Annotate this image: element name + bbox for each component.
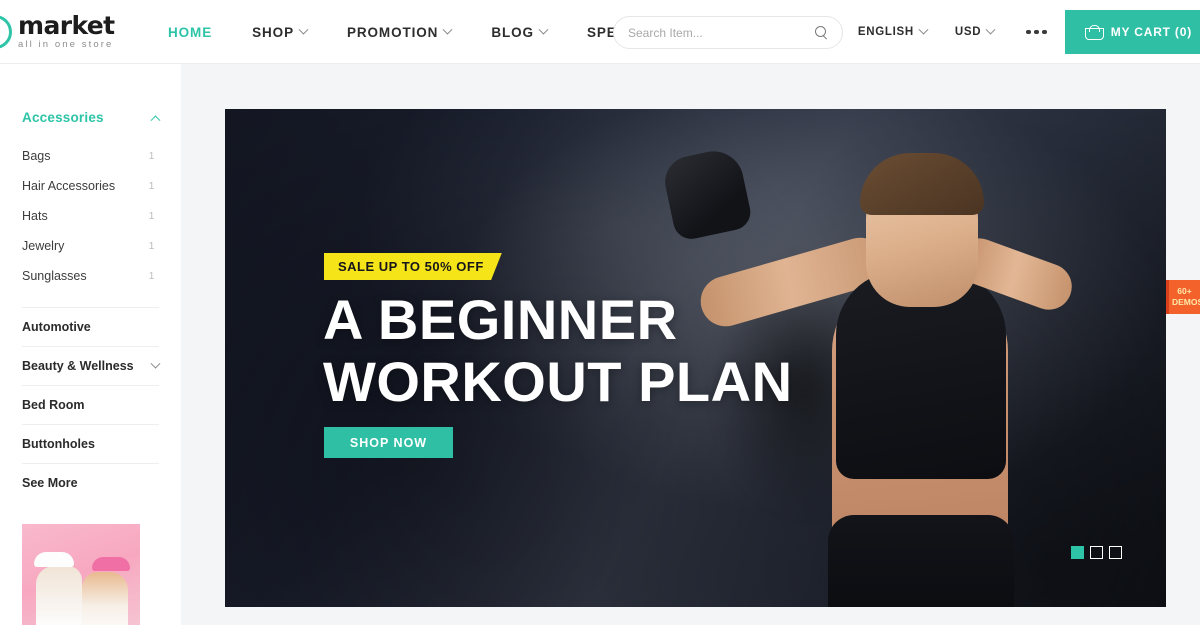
promo-hat-white xyxy=(34,552,74,567)
demos-line-1: 60+ xyxy=(1177,286,1192,296)
item-count: 1 xyxy=(148,240,155,252)
demos-line-2: DEMOS xyxy=(1172,297,1200,307)
list-item-label: Hair Accessories xyxy=(22,179,116,193)
item-count: 1 xyxy=(148,150,155,162)
list-item-label: Automotive xyxy=(22,320,91,334)
sidebar-item-see-more[interactable]: See More xyxy=(22,463,159,502)
nav-label-home: HOME xyxy=(168,24,213,40)
search-input[interactable] xyxy=(628,25,815,40)
list-item-label: Beauty & Wellness xyxy=(22,359,134,373)
list-item-label: Bags xyxy=(22,149,51,163)
list-item-label: Jewelry xyxy=(22,239,65,253)
site-header: market all in one store HOME SHOP PROMOT… xyxy=(0,0,1200,64)
list-item-label: Hats xyxy=(22,209,48,223)
carousel-indicators xyxy=(1071,546,1122,559)
item-count: 1 xyxy=(148,210,155,222)
hero-carousel[interactable]: SALE UP TO 50% OFF A BEGINNER WORKOUT PL… xyxy=(225,109,1166,607)
nav-item-blog[interactable]: BLOG xyxy=(471,0,567,64)
chevron-down-icon xyxy=(298,24,309,35)
sidebar-item-bags[interactable]: Bags 1 xyxy=(22,141,159,171)
currency-label: USD xyxy=(954,26,982,38)
promo-figure-right xyxy=(82,572,128,625)
list-item-label: Buttonholes xyxy=(22,437,95,451)
language-label: ENGLISH xyxy=(857,26,914,38)
list-item-label: Bed Room xyxy=(22,398,85,412)
logo[interactable]: market all in one store xyxy=(0,8,115,56)
sidebar-item-beauty-wellness[interactable]: Beauty & Wellness xyxy=(22,346,161,385)
logo-text: market all in one store xyxy=(18,13,115,51)
ellipsis-icon[interactable] xyxy=(1008,29,1065,35)
nav-label-blog: BLOG xyxy=(491,24,534,40)
category-sidebar: Accessories Bags 1 Hair Accessories 1 Ha… xyxy=(0,64,181,625)
sidebar-item-hats[interactable]: Hats 1 xyxy=(22,201,159,231)
logo-tagline: all in one store xyxy=(18,39,114,50)
cart-button[interactable]: MY CART (0) xyxy=(1064,10,1200,54)
chevron-down-icon xyxy=(918,24,929,35)
nav-item-shop[interactable]: SHOP xyxy=(232,0,327,64)
sidebar-item-sunglasses[interactable]: Sunglasses 1 xyxy=(22,261,159,291)
list-item-label: Sunglasses xyxy=(22,269,87,283)
carousel-dot-2[interactable] xyxy=(1090,546,1103,559)
sidebar-item-jewelry[interactable]: Jewelry 1 xyxy=(22,231,159,261)
nav-item-home[interactable]: HOME xyxy=(148,0,232,64)
sidebar-item-buttonholes[interactable]: Buttonholes xyxy=(22,424,159,463)
sidebar-promo-banner[interactable]: CLOTHES SALE! Fashion Couple xyxy=(22,524,140,625)
sidebar-accessories-label: Accessories xyxy=(22,110,104,125)
chevron-down-icon xyxy=(985,24,996,35)
item-count: 1 xyxy=(148,180,155,192)
currency-selector[interactable]: USD xyxy=(941,24,1008,38)
search-box[interactable] xyxy=(613,16,843,49)
nav-label-promotion: PROMOTION xyxy=(346,24,439,40)
sidebar-item-hair-accessories[interactable]: Hair Accessories 1 xyxy=(22,171,159,201)
chevron-down-icon xyxy=(150,358,161,369)
accessories-subitems: Bags 1 Hair Accessories 1 Hats 1 Jewelry… xyxy=(22,141,159,291)
language-selector[interactable]: ENGLISH xyxy=(844,24,941,38)
header-right-cluster: ENGLISH USD MY CART (0) xyxy=(844,0,1200,64)
chevron-down-icon xyxy=(442,24,453,35)
shop-now-button[interactable]: SHOP NOW xyxy=(324,427,453,458)
main-content: SALE UP TO 50% OFF A BEGINNER WORKOUT PL… xyxy=(181,64,1200,625)
demos-side-tab[interactable]: 60+ DEMOS xyxy=(1166,280,1200,314)
sidebar-item-automotive[interactable]: Automotive xyxy=(22,307,159,346)
hero-title: A BEGINNER WORKOUT PLAN xyxy=(323,288,793,413)
category-list: Automotive Beauty & Wellness Bed Room Bu… xyxy=(22,307,161,502)
carousel-dot-1[interactable] xyxy=(1071,546,1084,559)
page-root: market all in one store HOME SHOP PROMOT… xyxy=(0,0,1200,625)
sidebar-item-bed-room[interactable]: Bed Room xyxy=(22,385,159,424)
nav-label-shop: SHOP xyxy=(252,24,294,40)
promo-figure-left xyxy=(36,566,82,625)
sidebar-item-accessories[interactable]: Accessories xyxy=(22,64,161,141)
search-icon[interactable] xyxy=(815,26,828,39)
nav-item-promotion[interactable]: PROMOTION xyxy=(327,0,471,64)
cart-label: MY CART (0) xyxy=(1110,25,1192,39)
basket-icon xyxy=(1084,25,1104,40)
item-count: 1 xyxy=(148,270,155,282)
hero-sale-badge: SALE UP TO 50% OFF xyxy=(324,253,502,280)
circle-logo-icon xyxy=(0,15,12,49)
chevron-up-icon xyxy=(150,115,161,126)
logo-name: market xyxy=(18,11,115,40)
promo-hat-pink xyxy=(92,557,130,571)
list-item-label: See More xyxy=(22,476,78,490)
carousel-dot-3[interactable] xyxy=(1109,546,1122,559)
chevron-down-icon xyxy=(538,24,549,35)
